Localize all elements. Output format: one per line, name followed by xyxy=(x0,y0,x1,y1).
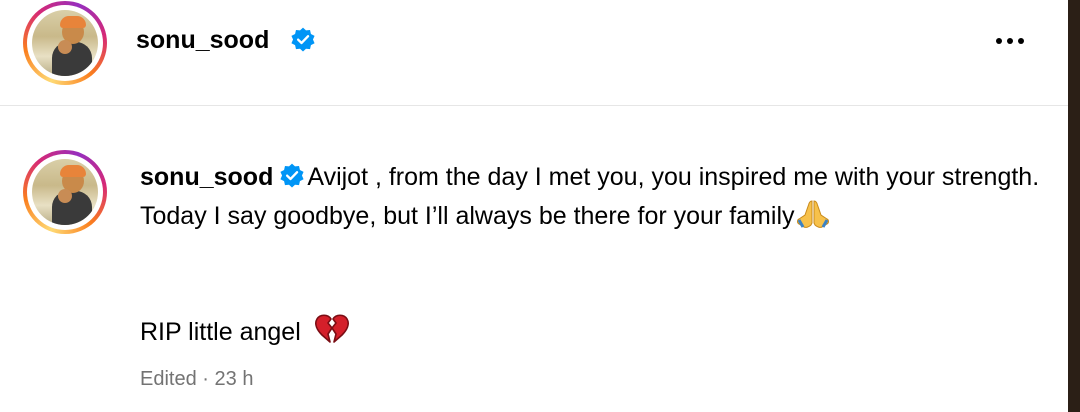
caption-second-line: RIP little angel xyxy=(140,313,350,352)
avatar-photo-hand xyxy=(58,189,72,203)
post-caption: sonu_sood Avijot , from the day I met yo… xyxy=(140,158,1050,236)
more-options-icon-dot xyxy=(1018,38,1024,44)
header-avatar[interactable] xyxy=(23,1,107,85)
caption-username[interactable]: sonu_sood xyxy=(140,163,273,191)
header-username[interactable]: sonu_sood xyxy=(136,26,269,55)
avatar-photo-turban xyxy=(60,165,86,177)
avatar-ring-gap xyxy=(27,5,103,81)
meta-separator: · xyxy=(202,368,209,390)
post-time[interactable]: 23 h xyxy=(215,368,254,390)
background-edge xyxy=(1068,0,1080,412)
caption-text: Avijot , from the day I met you, you ins… xyxy=(140,163,1040,230)
avatar-photo-hand xyxy=(58,40,72,54)
caption-avatar[interactable] xyxy=(23,150,107,234)
more-options-button[interactable] xyxy=(986,26,1034,56)
avatar-photo xyxy=(32,10,98,76)
edited-label: Edited xyxy=(140,368,197,390)
folded-hands-emoji xyxy=(796,200,829,228)
post-header: sonu_sood xyxy=(0,0,1068,106)
avatar-photo xyxy=(32,159,98,225)
avatar-photo-turban xyxy=(60,16,86,28)
post-panel: sonu_sood sonu_sood Avijot , from the da… xyxy=(0,0,1068,412)
avatar-ring-gap xyxy=(27,154,103,230)
verified-badge-icon xyxy=(291,27,315,52)
post-meta: Edited · 23 h xyxy=(140,368,253,391)
more-options-icon xyxy=(996,38,1002,44)
broken-heart-emoji xyxy=(314,314,349,343)
verified-badge-icon xyxy=(280,163,304,188)
more-options-icon-dot xyxy=(1007,38,1013,44)
caption-rip-text: RIP little angel xyxy=(140,318,301,346)
